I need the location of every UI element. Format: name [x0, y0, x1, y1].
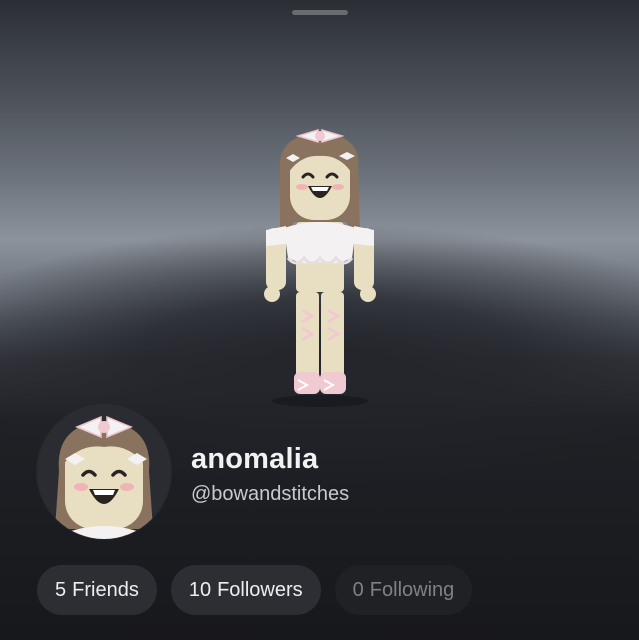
stats-row: 5 Friends 10 Followers 0 Following: [37, 565, 473, 615]
friends-count: 5: [55, 578, 67, 601]
display-name: anomalia: [191, 443, 319, 475]
following-button[interactable]: 0 Following: [334, 565, 473, 615]
profile-screen: anomalia @bowandstitches 5 Friends 10 Fo…: [0, 0, 639, 640]
following-count: 0: [352, 578, 364, 601]
friends-button[interactable]: 5 Friends: [37, 565, 157, 615]
following-label: Following: [369, 578, 455, 601]
followers-count: 10: [188, 578, 212, 601]
friends-label: Friends: [72, 578, 139, 601]
username: @bowandstitches: [191, 483, 350, 505]
profile-headshot-icon[interactable]: [37, 405, 171, 539]
avatar-3d-icon[interactable]: [240, 118, 400, 408]
drag-handle[interactable]: [292, 10, 348, 15]
followers-label: Followers: [217, 578, 303, 601]
followers-button[interactable]: 10 Followers: [170, 565, 321, 615]
